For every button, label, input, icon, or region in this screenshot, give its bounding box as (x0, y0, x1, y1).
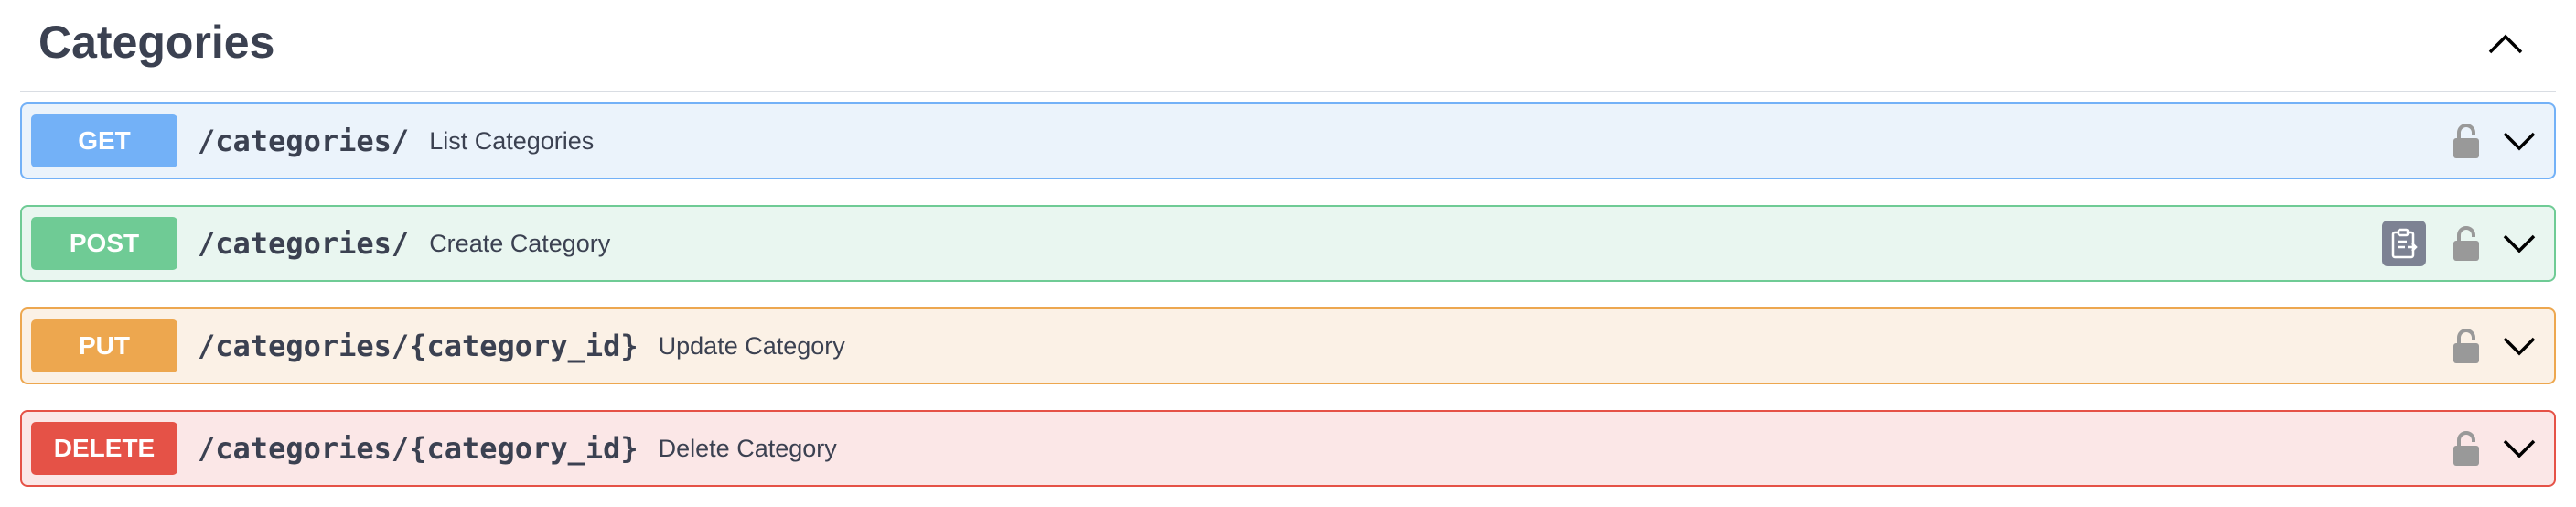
endpoint-summary: Create Category (429, 229, 611, 257)
api-docs-section: Categories GET /categories/ List Categor… (0, 0, 2576, 507)
opblock-controls (2448, 412, 2541, 485)
clipboard-icon (2391, 228, 2418, 259)
section-header[interactable]: Categories (20, 0, 2556, 92)
opblock-put[interactable]: PUT /categories/{category_id} Update Cat… (20, 307, 2556, 384)
method-badge: GET (31, 114, 177, 167)
chevron-down-icon (2503, 132, 2536, 151)
method-badge: POST (31, 217, 177, 270)
chevron-up-icon (2488, 34, 2523, 54)
authorize-button[interactable] (2448, 326, 2485, 366)
lock-icon (2453, 431, 2479, 466)
lock-icon (2453, 226, 2479, 261)
method-badge: DELETE (31, 422, 177, 475)
expand-button[interactable] (2497, 326, 2541, 366)
endpoint-path: /categories/{category_id} (198, 431, 639, 466)
chevron-down-icon (2503, 439, 2536, 458)
authorize-button[interactable] (2448, 428, 2485, 469)
opblock-post[interactable]: POST /categories/ Create Category (20, 205, 2556, 282)
chevron-down-icon (2503, 234, 2536, 254)
lock-icon (2453, 329, 2479, 363)
copy-to-clipboard-button[interactable] (2382, 221, 2426, 266)
authorize-button[interactable] (2448, 121, 2485, 161)
endpoint-path: /categories/ (198, 226, 410, 261)
opblock-controls (2448, 104, 2541, 178)
collapse-button[interactable] (2475, 18, 2536, 70)
lock-icon (2453, 124, 2479, 158)
expand-button[interactable] (2497, 223, 2541, 264)
endpoint-summary: Update Category (658, 331, 845, 360)
endpoint-path: /categories/{category_id} (198, 329, 639, 363)
endpoint-summary: List Categories (429, 126, 595, 155)
expand-button[interactable] (2497, 428, 2541, 469)
endpoint-summary: Delete Category (658, 434, 837, 462)
opblock-controls (2382, 207, 2541, 280)
section-title: Categories (38, 16, 275, 68)
opblock-get[interactable]: GET /categories/ List Categories (20, 102, 2556, 179)
chevron-down-icon (2503, 337, 2536, 356)
authorize-button[interactable] (2448, 223, 2485, 264)
opblock-delete[interactable]: DELETE /categories/{category_id} Delete … (20, 410, 2556, 487)
endpoint-path: /categories/ (198, 124, 410, 158)
method-badge: PUT (31, 319, 177, 372)
expand-button[interactable] (2497, 121, 2541, 161)
opblock-controls (2448, 309, 2541, 383)
